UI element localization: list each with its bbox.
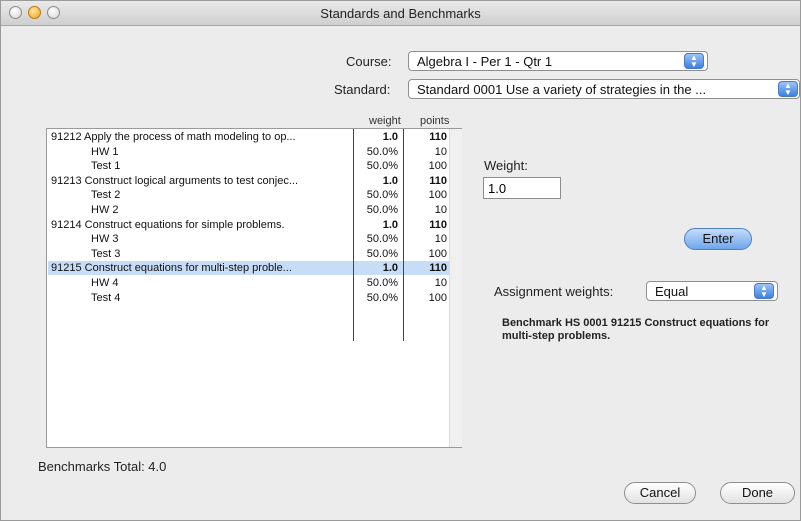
benchmarks-table[interactable]: 91212 Apply the process of math modeling… [46, 128, 462, 448]
assignment-row[interactable]: HW 3 50.0% 10 [48, 232, 450, 246]
column-divider [353, 129, 354, 341]
name-cell: Test 1 [91, 160, 121, 173]
assignment-row[interactable]: HW 2 50.0% 10 [48, 203, 450, 217]
cancel-button[interactable]: Cancel [624, 482, 696, 504]
course-chevron-icon: ▲ ▼ [684, 53, 704, 69]
dialog-window: Standards and Benchmarks Course: Algebra… [0, 0, 801, 521]
assignment-row[interactable]: Test 3 50.0% 100 [48, 247, 450, 261]
weight-cell: 50.0% [366, 277, 398, 289]
course-select[interactable]: Algebra I - Per 1 - Qtr 1 [408, 51, 708, 71]
weight-column-header[interactable]: weight [369, 115, 401, 127]
weight-cell: 50.0% [366, 291, 398, 304]
enter-button[interactable]: Enter [684, 228, 752, 250]
assignment-row[interactable]: Test 2 50.0% 100 [48, 188, 450, 202]
weight-cell: 50.0% [366, 204, 398, 216]
name-cell: HW 2 [91, 204, 119, 216]
points-cell: 10 [434, 145, 447, 158]
name-cell: Test 4 [91, 291, 121, 304]
points-cell: 110 [429, 131, 447, 143]
weight-input[interactable] [483, 177, 561, 199]
done-button[interactable]: Done [720, 482, 795, 504]
assignment-weights-value: Equal [655, 284, 689, 299]
weight-cell: 50.0% [366, 247, 398, 260]
weight-label: Weight: [484, 158, 528, 173]
assignment-weights-label: Assignment weights: [494, 284, 614, 299]
weight-cell: 50.0% [366, 233, 398, 246]
benchmark-row[interactable]: 91213 Construct logical arguments to tes… [48, 174, 450, 188]
weight-cell: 1.0 [382, 262, 398, 275]
name-cell: HW 1 [91, 145, 119, 158]
weight-cell: 1.0 [382, 174, 398, 187]
weight-cell: 1.0 [382, 218, 398, 231]
points-cell: 110 [429, 174, 447, 187]
name-cell: Test 2 [91, 189, 121, 202]
points-cell: 110 [429, 262, 447, 275]
course-label: Course: [346, 54, 392, 69]
assignment-weights-chevron-icon: ▲ ▼ [754, 283, 774, 299]
column-divider [403, 129, 404, 341]
benchmarks-total: Benchmarks Total: 4.0 [38, 459, 167, 474]
points-cell: 110 [429, 218, 447, 231]
course-value: Algebra I - Per 1 - Qtr 1 [417, 54, 553, 69]
table-scrollbar[interactable] [449, 129, 462, 447]
weight-cell: 50.0% [366, 189, 398, 202]
name-cell: Test 3 [91, 247, 121, 260]
benchmark-description: Benchmark HS 0001 91215 Construct equati… [502, 317, 770, 342]
assignment-row[interactable]: HW 4 50.0% 10 [48, 276, 450, 290]
points-cell: 10 [434, 233, 447, 246]
name-cell: HW 3 [91, 233, 119, 246]
assignment-row[interactable]: Test 1 50.0% 100 [48, 159, 450, 173]
points-column-header[interactable]: points [420, 115, 449, 127]
name-cell: 91212 Apply the process of math modeling… [51, 131, 296, 143]
benchmark-row[interactable]: 91214 Construct equations for simple pro… [48, 218, 450, 232]
points-cell: 10 [434, 277, 447, 289]
points-cell: 100 [428, 160, 447, 173]
points-cell: 10 [434, 204, 447, 216]
standard-chevron-icon: ▲ ▼ [778, 81, 798, 97]
weight-cell: 1.0 [382, 131, 398, 143]
assignment-row[interactable]: Test 4 50.0% 100 [48, 291, 450, 305]
benchmark-row[interactable]: 91215 Construct equations for multi-step… [48, 261, 450, 276]
points-cell: 100 [428, 189, 447, 202]
window-title: Standards and Benchmarks [320, 6, 481, 21]
name-cell: 91215 Construct equations for multi-step… [51, 262, 292, 275]
standard-label: Standard: [334, 82, 391, 97]
points-cell: 100 [428, 247, 447, 260]
title-bar[interactable]: Standards and Benchmarks [1, 1, 800, 26]
points-cell: 100 [428, 291, 447, 304]
name-cell: HW 4 [91, 277, 119, 289]
standard-value: Standard 0001 Use a variety of strategie… [417, 82, 707, 97]
name-cell: 91213 Construct logical arguments to tes… [51, 174, 299, 187]
standard-select[interactable]: Standard 0001 Use a variety of strategie… [408, 79, 800, 99]
assignment-row[interactable]: HW 1 50.0% 10 [48, 145, 450, 159]
weight-cell: 50.0% [366, 145, 398, 158]
name-cell: 91214 Construct equations for simple pro… [51, 218, 285, 231]
weight-cell: 50.0% [366, 160, 398, 173]
benchmark-row[interactable]: 91212 Apply the process of math modeling… [48, 130, 450, 144]
